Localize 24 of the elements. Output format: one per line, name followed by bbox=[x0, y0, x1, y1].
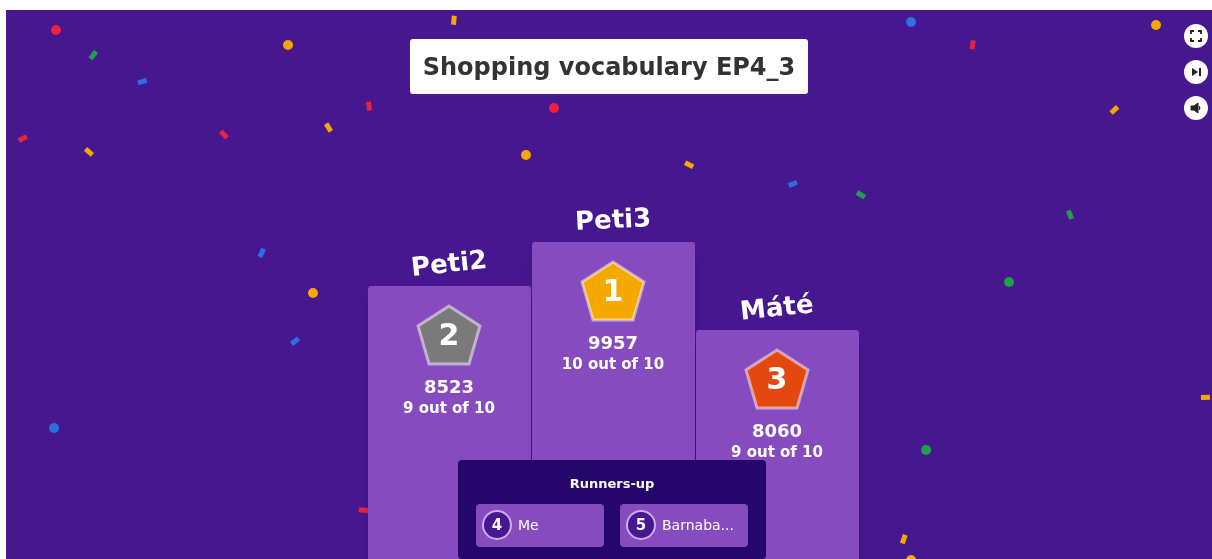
rank-number: 2 bbox=[438, 320, 460, 350]
runner-up-name: Barnaba... bbox=[662, 515, 734, 535]
correct-answers: 9 out of 10 bbox=[403, 398, 495, 418]
rank-number: 3 bbox=[766, 364, 788, 394]
score: 9957 bbox=[587, 332, 639, 355]
correct-answers: 9 out of 10 bbox=[731, 442, 823, 462]
sound-button[interactable] bbox=[1184, 96, 1208, 120]
score: 8060 bbox=[751, 420, 803, 443]
rank-number: 1 bbox=[602, 276, 624, 306]
player-name: Máté bbox=[738, 287, 816, 328]
player-name: Peti2 bbox=[409, 243, 489, 284]
rank-badge: 4 bbox=[482, 510, 512, 540]
correct-answers: 10 out of 10 bbox=[561, 354, 665, 374]
fullscreen-button[interactable] bbox=[1184, 24, 1208, 48]
runners-up-heading: Runners-up bbox=[569, 475, 655, 493]
skip-button[interactable] bbox=[1184, 60, 1208, 84]
skip-icon bbox=[1190, 66, 1202, 78]
quiz-title: Shopping vocabulary EP4_3 bbox=[409, 39, 809, 94]
runner-up-name: Me bbox=[518, 515, 539, 535]
rank-badge: 5 bbox=[626, 510, 656, 540]
player-name: Peti3 bbox=[573, 201, 653, 238]
score: 8523 bbox=[423, 376, 475, 399]
fullscreen-icon bbox=[1190, 30, 1202, 42]
sound-icon bbox=[1190, 102, 1202, 114]
